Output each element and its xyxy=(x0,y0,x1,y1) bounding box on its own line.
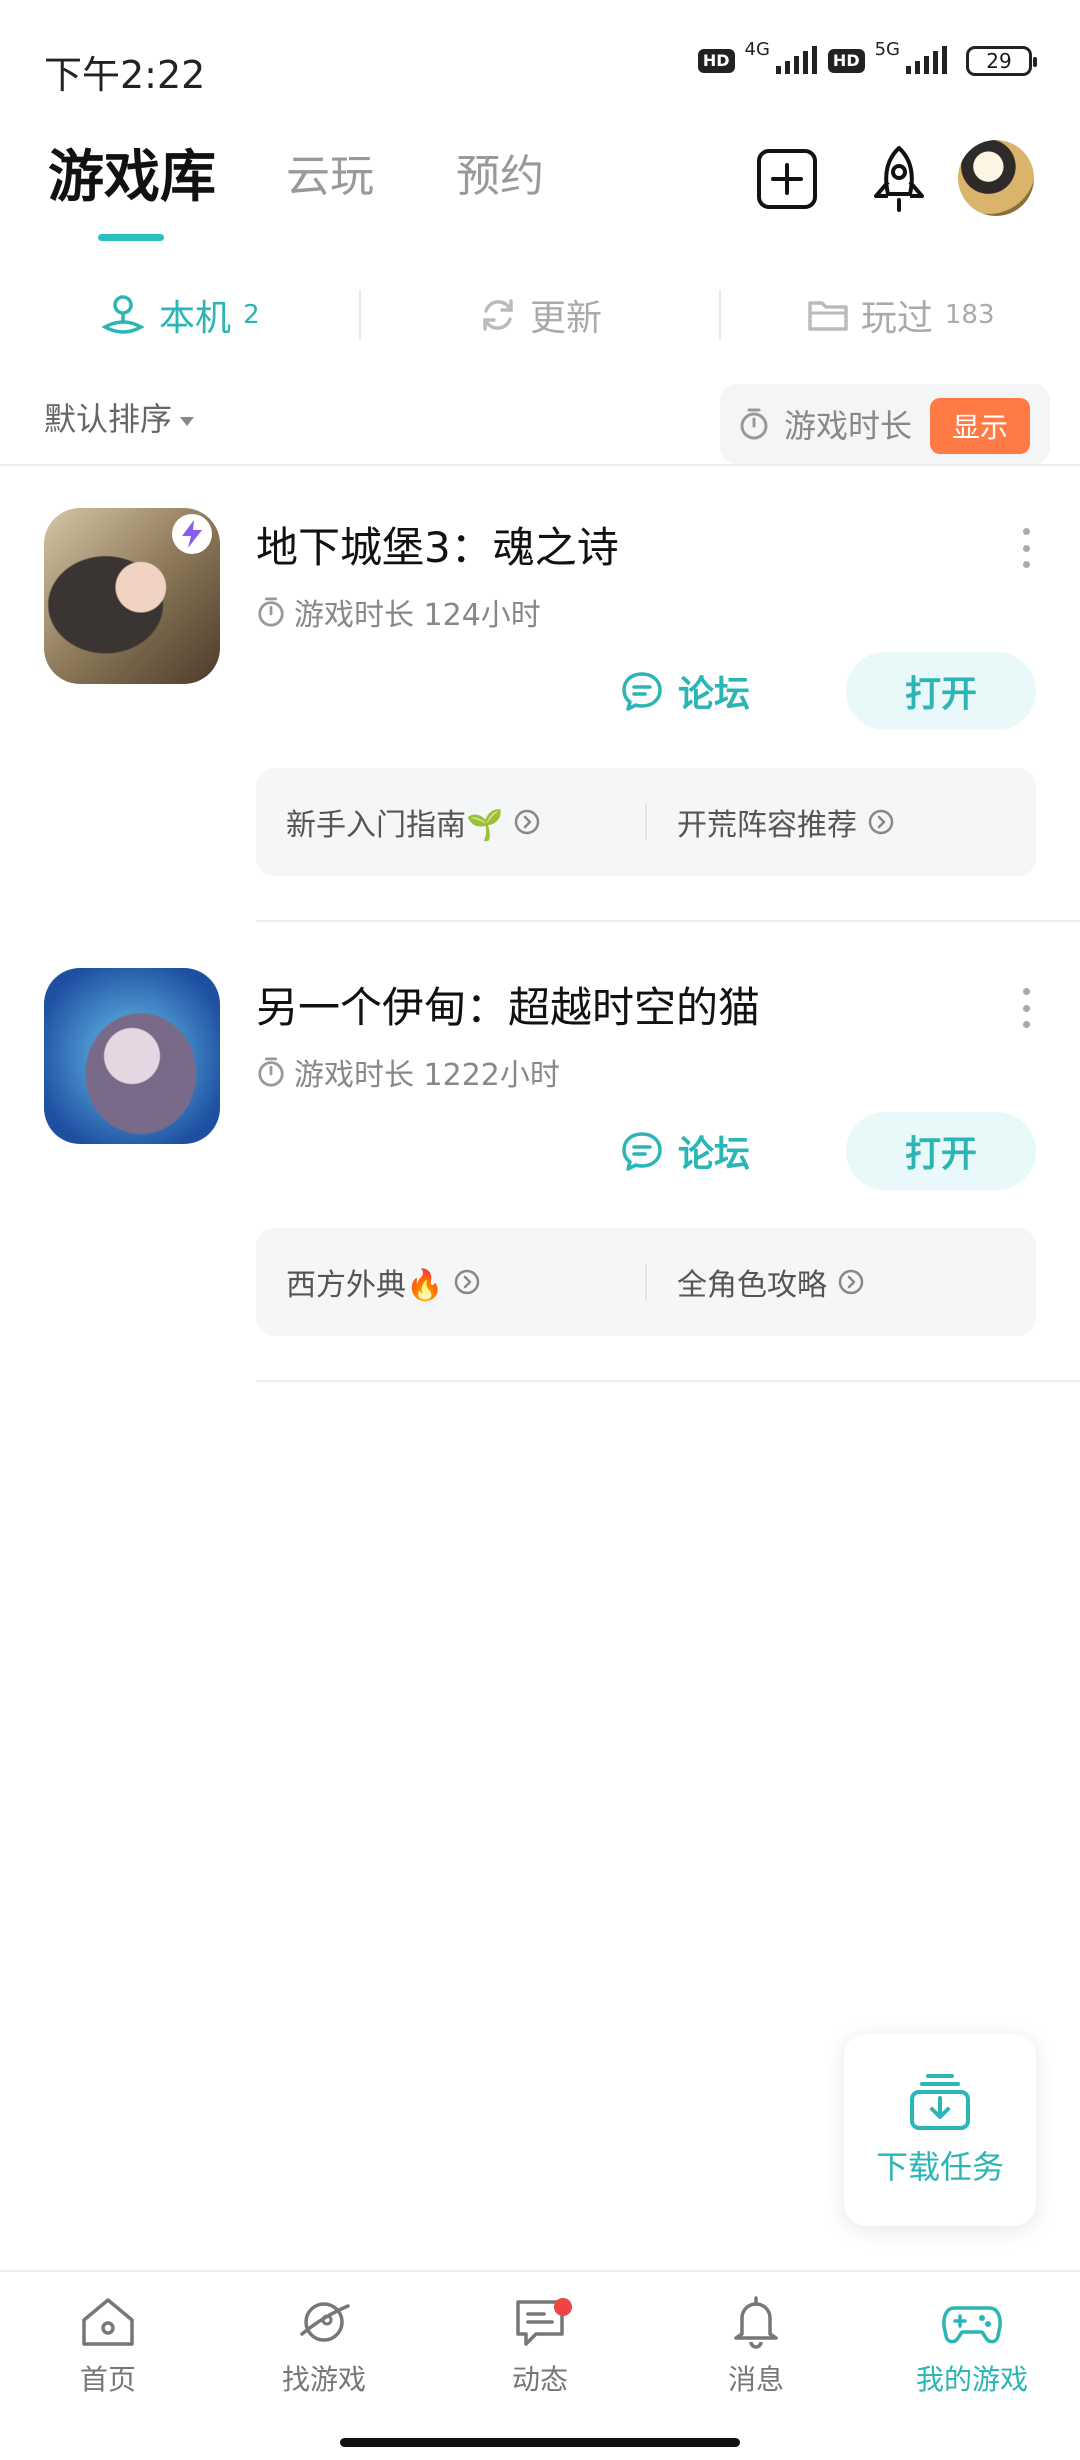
network-4g-label: 4G xyxy=(744,38,770,60)
game-playtime-text: 游戏时长 1222小时 xyxy=(294,1058,560,1093)
sub-tabs: 本机 2 更新 玩过 183 xyxy=(0,270,1080,360)
game-playtime-text: 游戏时长 124小时 xyxy=(294,598,541,633)
bell-icon xyxy=(734,2296,778,2349)
forum-button[interactable]: 论坛 xyxy=(620,652,750,730)
sub-tab-played-label: 玩过 xyxy=(860,298,933,339)
gamepad-icon xyxy=(942,2306,1002,2344)
hd-badge: HD xyxy=(697,49,735,73)
chevron-right-circle-icon xyxy=(515,809,540,835)
top-tabs: 游戏库 云玩 预约 xyxy=(0,130,1080,250)
active-tab-indicator xyxy=(98,234,164,241)
plus-square-icon xyxy=(757,149,817,209)
chevron-right-circle-icon xyxy=(868,809,894,835)
chevron-right-circle-icon xyxy=(455,1269,480,1295)
nav-messages[interactable]: 消息 xyxy=(648,2272,864,2420)
signal-icon xyxy=(775,46,817,74)
nav-feed-label: 动态 xyxy=(511,2363,568,2396)
more-options-icon[interactable] xyxy=(1020,988,1032,1028)
sub-tab-played[interactable]: 玩过 183 xyxy=(721,289,1080,341)
nav-find-games-label: 找游戏 xyxy=(281,2363,366,2396)
status-indicators: HD 4G HD 5G 29 xyxy=(697,39,1037,76)
folder-icon xyxy=(808,301,848,331)
tab-cloud-play[interactable]: 云玩 xyxy=(286,140,374,204)
guide-label: 新手入门指南🌱 xyxy=(286,808,504,843)
notification-dot xyxy=(554,2298,572,2316)
signal-icon-2 xyxy=(906,46,947,74)
sub-tab-local[interactable]: 本机 2 xyxy=(0,289,359,341)
speedup-button[interactable] xyxy=(864,144,934,214)
game-title: 地下城堡3：魂之诗 xyxy=(256,523,619,572)
game-card[interactable]: 另一个伊甸：超越时空的猫 游戏时长 1222小时 论坛 打开 西方外典🔥 全角色… xyxy=(0,924,1080,1384)
planet-icon xyxy=(300,2302,350,2342)
battery-level: 29 xyxy=(986,49,1012,73)
game-card[interactable]: 地下城堡3：魂之诗 游戏时长 124小时 论坛 打开 新手入门指南🌱 开荒阵容推… xyxy=(0,464,1080,924)
stopwatch-icon xyxy=(258,597,284,627)
guide-label: 全角色攻略 xyxy=(677,1268,827,1303)
sort-label: 默认排序 xyxy=(44,400,173,438)
status-bar: 下午2:22 HD 4G HD 5G 29 xyxy=(0,0,1080,130)
home-icon xyxy=(82,2298,134,2346)
open-game-button[interactable]: 打开 xyxy=(846,1112,1036,1190)
guide-link[interactable]: 全角色攻略 xyxy=(647,1260,1036,1304)
network-5g-label: 5G xyxy=(874,38,900,60)
chevron-right-circle-icon xyxy=(838,1269,864,1295)
caret-down-icon xyxy=(180,416,195,426)
open-game-button[interactable]: 打开 xyxy=(846,652,1036,730)
status-time: 下午2:22 xyxy=(44,53,206,97)
battery-icon: 29 xyxy=(966,46,1037,76)
hd-badge-2: HD xyxy=(827,49,865,73)
sub-tab-local-label: 本机 xyxy=(159,298,232,339)
tab-reservation[interactable]: 预约 xyxy=(456,140,544,204)
guide-link[interactable]: 新手入门指南🌱 xyxy=(256,800,645,844)
divider xyxy=(256,920,1080,922)
local-device-icon xyxy=(101,295,145,334)
add-game-button[interactable] xyxy=(752,144,822,214)
forum-icon xyxy=(622,672,662,711)
guide-link[interactable]: 西方外典🔥 xyxy=(256,1260,645,1304)
guide-links: 西方外典🔥 全角色攻略 xyxy=(256,1228,1036,1336)
rocket-icon xyxy=(874,146,924,212)
refresh-icon xyxy=(483,299,513,331)
tab-game-library[interactable]: 游戏库 xyxy=(48,132,216,213)
forum-label: 论坛 xyxy=(678,1134,751,1175)
sort-row: 默认排序 游戏时长 显示 xyxy=(0,380,1080,464)
stopwatch-icon xyxy=(740,408,768,440)
avatar[interactable] xyxy=(958,140,1034,216)
nav-my-games[interactable]: 我的游戏 xyxy=(864,2272,1080,2420)
game-playtime: 游戏时长 1222小时 xyxy=(256,1050,560,1094)
download-tasks-button[interactable]: 下载任务 xyxy=(844,2034,1036,2226)
playtime-label: 游戏时长 xyxy=(784,407,913,445)
download-tasks-label: 下载任务 xyxy=(875,2148,1004,2186)
forum-button[interactable]: 论坛 xyxy=(620,1112,750,1190)
game-playtime: 游戏时长 124小时 xyxy=(256,590,541,634)
more-options-icon[interactable] xyxy=(1020,528,1032,568)
show-playtime-button[interactable]: 显示 xyxy=(929,398,1030,454)
guide-label: 西方外典🔥 xyxy=(286,1268,444,1303)
nav-find-games[interactable]: 找游戏 xyxy=(216,2272,432,2420)
guide-label: 开荒阵容推荐 xyxy=(677,808,857,843)
sub-tab-update-label: 更新 xyxy=(530,298,603,339)
nav-my-games-label: 我的游戏 xyxy=(915,2363,1028,2396)
game-title: 另一个伊甸：超越时空的猫 xyxy=(256,983,761,1032)
guide-links: 新手入门指南🌱 开荒阵容推荐 xyxy=(256,768,1036,876)
nav-home-label: 首页 xyxy=(79,2363,136,2396)
stopwatch-icon xyxy=(258,1057,284,1087)
sub-tab-update[interactable]: 更新 xyxy=(361,289,720,341)
nav-feed[interactable]: 动态 xyxy=(432,2272,648,2420)
game-icon[interactable] xyxy=(44,968,220,1144)
divider xyxy=(256,1380,1080,1382)
forum-label: 论坛 xyxy=(678,674,751,715)
playtime-toggle[interactable]: 游戏时长 显示 xyxy=(720,384,1050,464)
lightning-icon xyxy=(172,514,212,554)
bottom-nav: 首页 找游戏 动态 消息 我的游戏 xyxy=(0,2270,1080,2420)
home-indicator xyxy=(340,2438,740,2447)
sub-tab-played-count: 183 xyxy=(944,300,995,330)
forum-icon xyxy=(622,1132,662,1171)
sub-tab-local-count: 2 xyxy=(243,300,260,330)
nav-messages-label: 消息 xyxy=(727,2363,784,2396)
sort-dropdown[interactable]: 默认排序 xyxy=(44,394,195,440)
nav-home[interactable]: 首页 xyxy=(0,2272,216,2420)
download-tray-icon xyxy=(910,2074,970,2130)
guide-link[interactable]: 开荒阵容推荐 xyxy=(647,800,1036,844)
